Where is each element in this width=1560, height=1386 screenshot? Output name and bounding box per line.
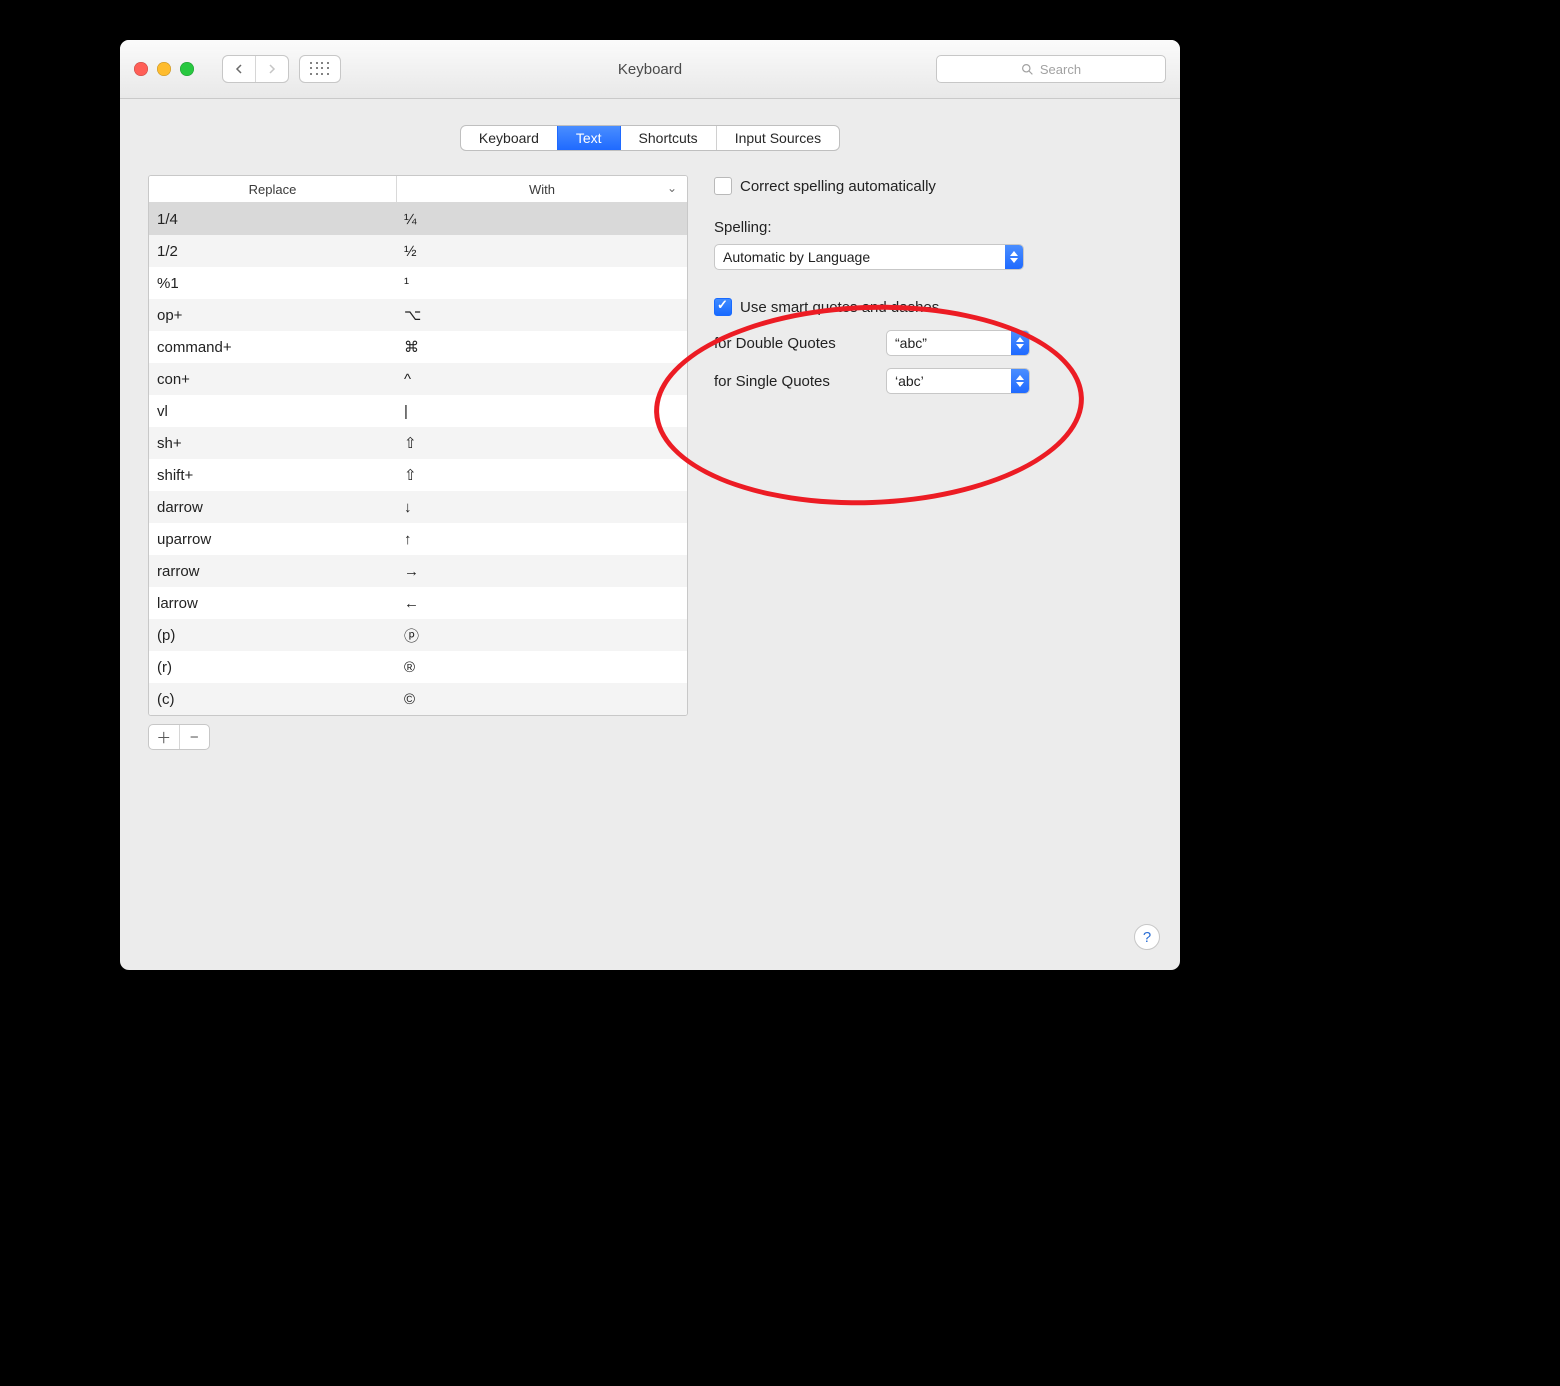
cell-replace: rarrow xyxy=(149,563,396,580)
cell-with: ® xyxy=(396,659,687,676)
tab-shortcuts[interactable]: Shortcuts xyxy=(621,126,717,150)
cell-replace: command+ xyxy=(149,339,396,356)
table-row[interactable]: vl| xyxy=(149,395,687,427)
cell-replace: con+ xyxy=(149,371,396,388)
table-row[interactable]: (r)® xyxy=(149,651,687,683)
checkbox-correct-spelling[interactable] xyxy=(714,177,732,195)
table-row[interactable]: (p)ⓟ xyxy=(149,619,687,651)
select-spelling[interactable]: Automatic by Language xyxy=(714,244,1024,270)
help-button[interactable]: ? xyxy=(1134,924,1160,950)
cell-replace: darrow xyxy=(149,499,396,516)
table-row[interactable]: con+^ xyxy=(149,363,687,395)
forward-button[interactable] xyxy=(256,56,288,82)
grid-icon xyxy=(310,62,330,76)
cell-replace: (c) xyxy=(149,691,396,708)
cell-replace: sh+ xyxy=(149,435,396,452)
table-row[interactable]: 1/2½ xyxy=(149,235,687,267)
table-row[interactable]: uparrow↑ xyxy=(149,523,687,555)
table-row[interactable]: (c)© xyxy=(149,683,687,715)
cell-replace: uparrow xyxy=(149,531,396,548)
close-button[interactable] xyxy=(134,62,148,76)
cell-replace: %1 xyxy=(149,275,396,292)
add-button[interactable]: ＋ xyxy=(149,725,179,749)
table-row[interactable]: op+⌥ xyxy=(149,299,687,331)
keyboard-prefs-window: Keyboard Search Keyboard Text Shortcuts … xyxy=(120,40,1180,970)
titlebar: Keyboard Search xyxy=(120,40,1180,99)
search-field[interactable]: Search xyxy=(936,55,1166,83)
cell-with: ↑ xyxy=(396,531,687,548)
cell-replace: (r) xyxy=(149,659,396,676)
cell-replace: larrow xyxy=(149,595,396,612)
replacements-table: Replace With ⌄ 1/4¼1/2½%1¹op+⌥command+⌘c… xyxy=(148,175,688,716)
cell-replace: shift+ xyxy=(149,467,396,484)
cell-with: ½ xyxy=(396,243,687,260)
chevron-down-icon: ⌄ xyxy=(667,181,677,195)
zoom-button[interactable] xyxy=(180,62,194,76)
table-row[interactable]: shift+⇧ xyxy=(149,459,687,491)
cell-with: ^ xyxy=(396,371,687,388)
tab-input-sources[interactable]: Input Sources xyxy=(717,126,839,150)
col-with[interactable]: With ⌄ xyxy=(397,176,687,202)
tab-keyboard[interactable]: Keyboard xyxy=(461,126,558,150)
minimize-button[interactable] xyxy=(157,62,171,76)
cell-with: ⇧ xyxy=(396,466,687,484)
back-button[interactable] xyxy=(223,56,255,82)
cell-replace: 1/2 xyxy=(149,243,396,260)
window-controls xyxy=(134,62,194,76)
cell-with: ¹ xyxy=(396,275,687,292)
checkbox-smart-quotes[interactable] xyxy=(714,298,732,316)
cell-replace: 1/4 xyxy=(149,211,396,228)
tab-bar: Keyboard Text Shortcuts Input Sources xyxy=(460,125,840,151)
table-row[interactable]: rarrow→ xyxy=(149,555,687,587)
cell-with: | xyxy=(396,403,687,420)
cell-replace: op+ xyxy=(149,307,396,324)
table-row[interactable]: sh+⇧ xyxy=(149,427,687,459)
cell-with: → xyxy=(396,563,687,580)
tab-text[interactable]: Text xyxy=(558,126,621,150)
search-icon xyxy=(1021,63,1034,76)
cell-replace: (p) xyxy=(149,627,396,644)
cell-with: ¼ xyxy=(396,211,687,228)
cell-with: ← xyxy=(396,595,687,612)
table-row[interactable]: larrow← xyxy=(149,587,687,619)
label-correct-spelling: Correct spelling automatically xyxy=(740,178,936,195)
nav-back-forward xyxy=(222,55,289,83)
cell-replace: vl xyxy=(149,403,396,420)
table-row[interactable]: command+⌘ xyxy=(149,331,687,363)
cell-with: ⓟ xyxy=(396,625,687,646)
search-placeholder: Search xyxy=(1040,62,1081,77)
cell-with: ⌘ xyxy=(396,338,687,356)
col-replace[interactable]: Replace xyxy=(149,176,397,202)
cell-with: ↓ xyxy=(396,499,687,516)
table-row[interactable]: %1¹ xyxy=(149,267,687,299)
remove-button[interactable]: − xyxy=(180,725,210,749)
label-spelling: Spelling: xyxy=(714,219,1152,236)
cell-with: ⌥ xyxy=(396,306,687,324)
cell-with: © xyxy=(396,691,687,708)
table-header: Replace With ⌄ xyxy=(149,176,687,203)
table-row[interactable]: darrow↓ xyxy=(149,491,687,523)
cell-with: ⇧ xyxy=(396,434,687,452)
show-all-button[interactable] xyxy=(299,55,341,83)
table-row[interactable]: 1/4¼ xyxy=(149,203,687,235)
add-remove-control: ＋ − xyxy=(148,724,210,750)
stepper-icon xyxy=(1005,245,1023,269)
